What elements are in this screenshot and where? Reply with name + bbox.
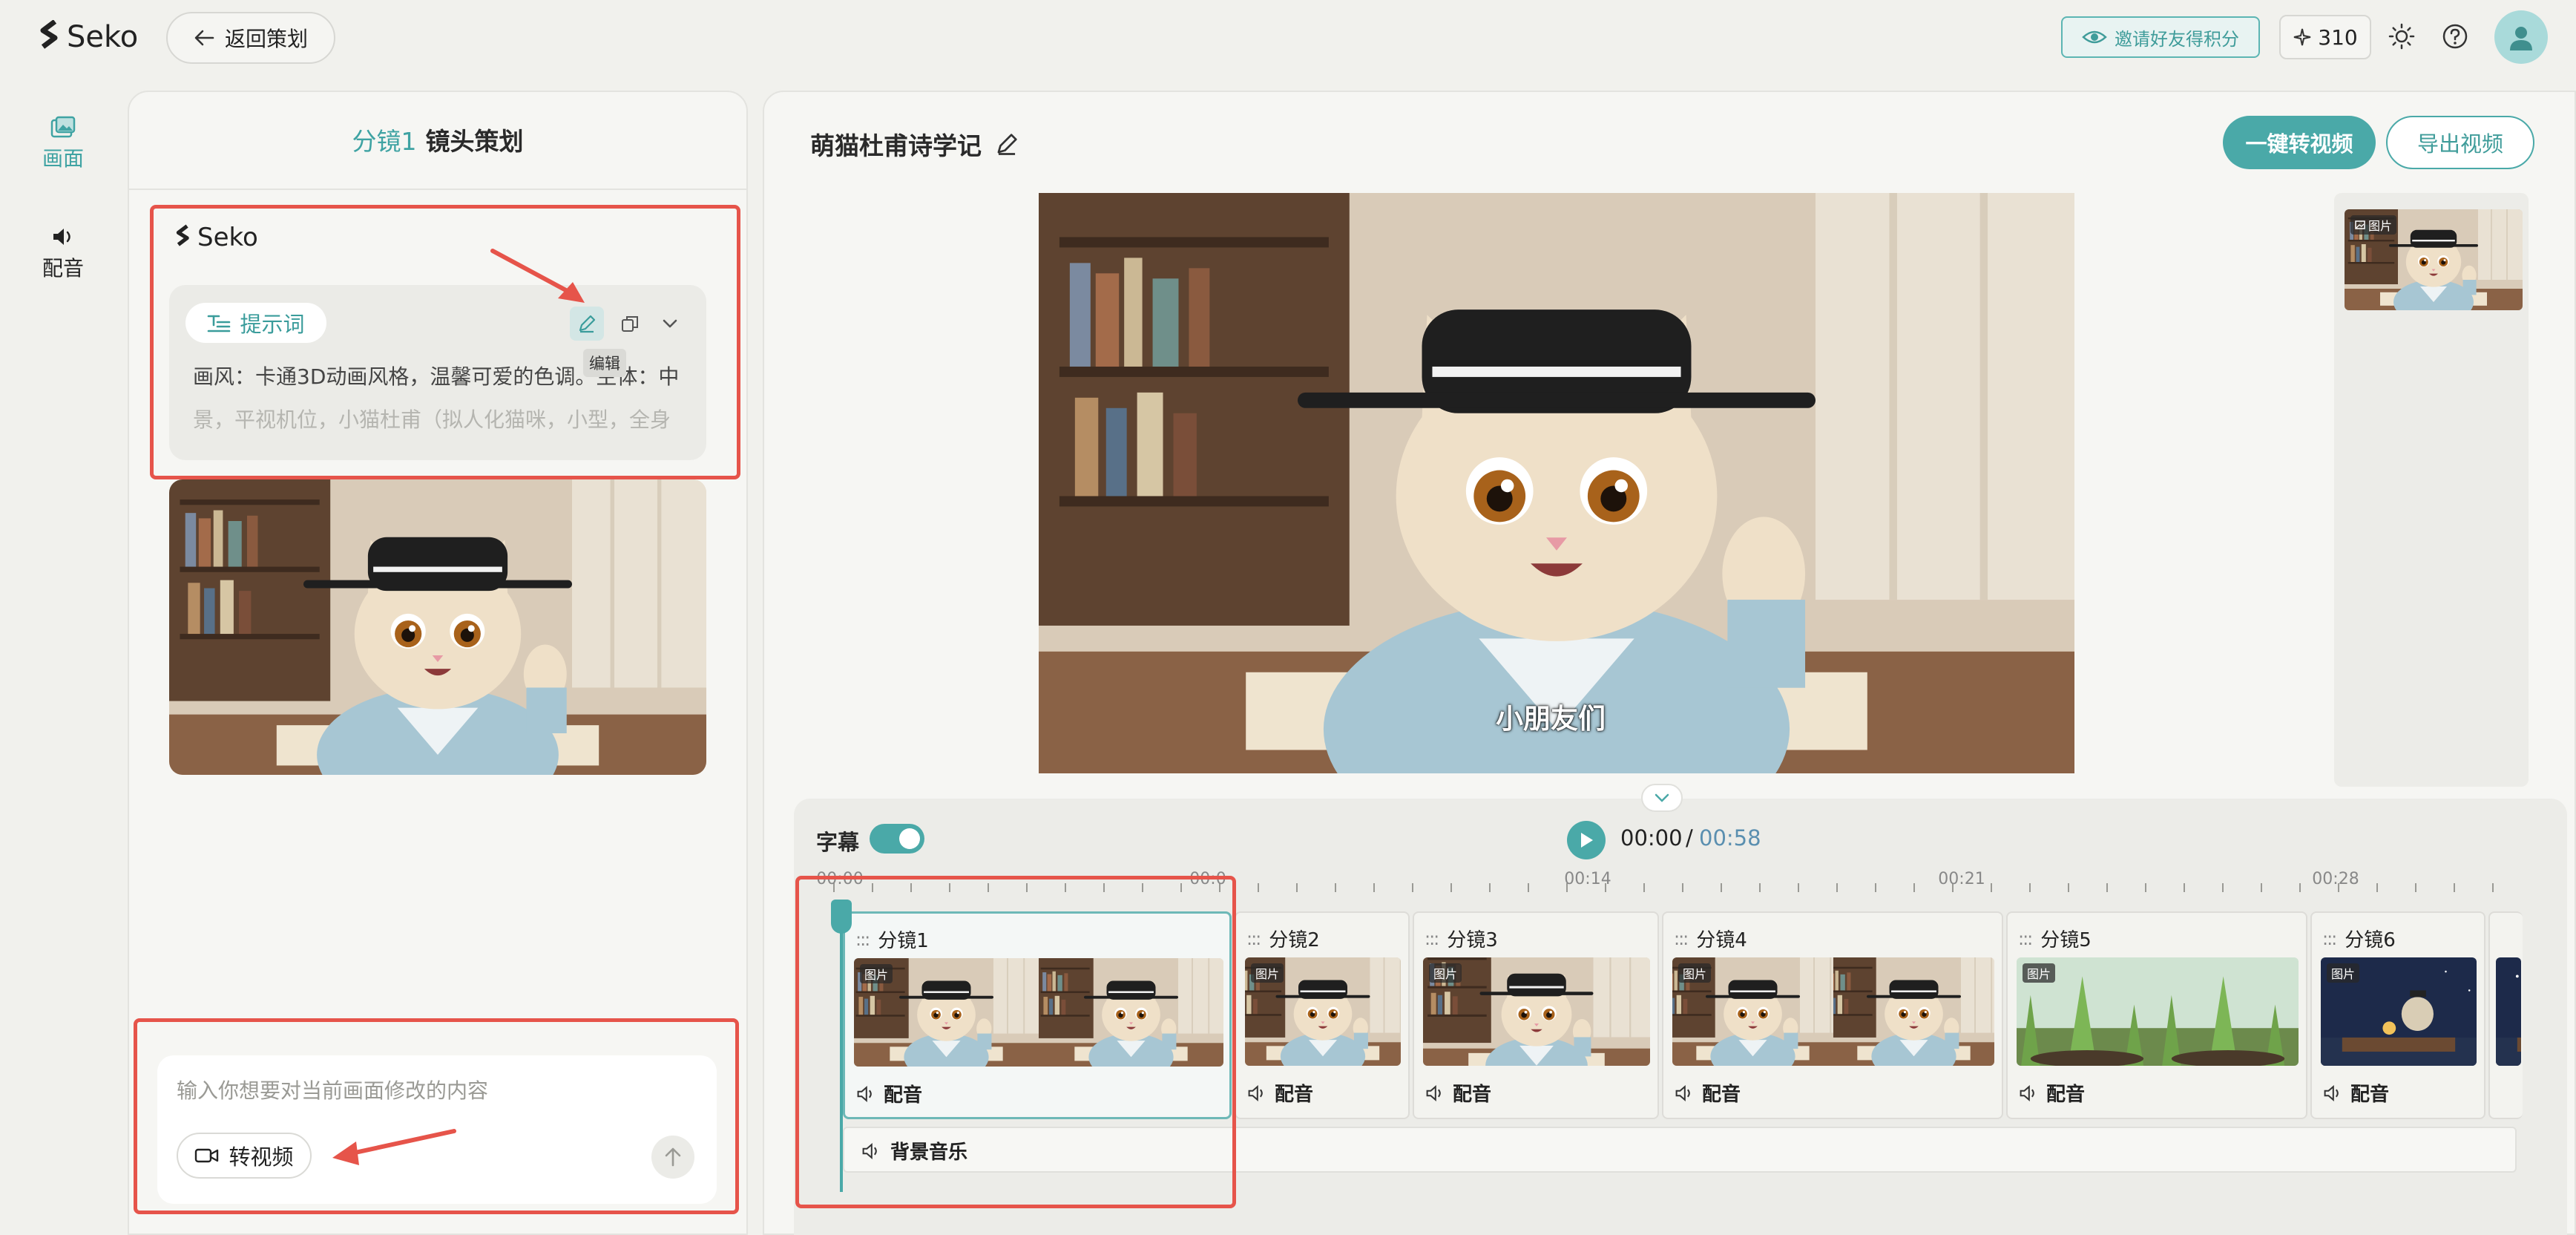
preview-subtitle: 小朋友们 [1496,703,1606,735]
drag-handle-icon[interactable]: ::: [1674,928,1689,949]
shot-voice[interactable]: 配音 [2322,1079,2389,1107]
play-icon [1581,833,1593,848]
picture-icon [2355,220,2365,229]
project-title-text: 萌猫杜甫诗学记 [810,131,982,160]
shot-planning-header: 分镜1 镜头策划 [128,91,748,190]
drag-handle-icon[interactable]: ::: [1425,928,1439,949]
asset-thumbnail[interactable]: 图片 [2345,209,2523,310]
timeline-shot-5[interactable]: ::: 分镜5 图片 配音 [2006,911,2307,1119]
timeline-shot-2[interactable]: ::: 分镜2 图片 配音 [1235,911,1410,1119]
speaker-outline-icon [1248,1084,1263,1101]
chevron-down-icon [1655,793,1669,802]
app-logo[interactable]: Seko [39,16,138,58]
shot-image: 图片 [1245,957,1401,1066]
theme-toggle-button[interactable] [2385,19,2419,53]
invite-friends-label: 邀请好友得积分 [2115,28,2239,50]
image-badge: 图片 [1251,963,1284,983]
shot-voice[interactable]: 配音 [2018,1079,2085,1107]
image-badge: 图片 [1429,963,1462,983]
image-badge-label: 图片 [2368,219,2393,233]
shot-name: ::: 分镜6 [2322,928,2396,952]
back-to-plan-label: 返回策划 [224,27,308,51]
shot-image: 图片 [2321,957,2477,1066]
ruler-label: 00:21 [1938,870,1985,888]
annotation-arrow-icon [490,249,585,303]
help-button[interactable] [2438,19,2472,53]
image-icon [50,116,76,138]
ruler-label: 00:14 [1564,870,1611,888]
user-avatar[interactable] [2494,10,2548,64]
cat-scene-image [169,479,706,775]
cat-scene-image [1672,957,1994,1066]
logo-text: Seko [67,20,139,54]
back-to-plan-button[interactable]: 返回策划 [166,12,335,64]
cat-scene-image [1039,193,2074,773]
arrow-left-icon [194,30,214,46]
credits-count: 310 [2318,24,2358,50]
speaker-outline-icon [2324,1084,2339,1101]
rail-item-voice-label: 配音 [42,256,84,281]
sun-icon [2388,23,2415,50]
image-badge: 图片 [2350,215,2397,235]
night-scene-image [2496,957,2521,1066]
shot-image: 图片 [1423,957,1650,1066]
shot-image: 图片 [1672,957,1994,1066]
timeline-shot-partial[interactable] [2488,911,2523,1119]
speaker-icon [53,229,70,245]
credits-badge[interactable]: 310 [2279,15,2371,59]
rail-item-image[interactable]: 画面 [30,116,96,172]
shot-name: ::: 分镜5 [2018,928,2092,952]
play-button[interactable] [1567,821,1606,859]
shot-voice[interactable]: 配音 [1425,1079,1491,1107]
annotation-arrow-icon [332,1129,456,1165]
timeline-shot-3[interactable]: ::: 分镜3 图片 配音 [1413,911,1659,1119]
speaker-outline-icon [2020,1084,2034,1101]
shot-name: ::: 分镜2 [1246,928,1320,952]
shot-voice[interactable]: 配音 [1246,1079,1313,1107]
current-time: 00:00 [1620,825,1683,851]
drag-handle-icon[interactable]: ::: [2018,928,2033,949]
speaker-outline-icon [1675,1084,1690,1101]
drag-handle-icon[interactable]: ::: [2322,928,2337,949]
highlight-box-shot1 [795,876,1236,1208]
shot-name: ::: 分镜3 [1425,928,1498,952]
ruler-label: 00:28 [2312,870,2359,888]
image-badge: 图片 [2023,963,2056,983]
shot-image: 图片 [2017,957,2299,1066]
shot-preview-image[interactable] [169,479,706,775]
user-icon [2510,27,2532,50]
main-preview[interactable] [1039,193,2074,773]
image-badge: 图片 [2327,963,2360,983]
invite-friends-button[interactable]: 邀请好友得积分 [2061,16,2260,58]
pencil-icon[interactable] [995,132,1019,156]
subtitle-toggle-label: 字幕 [816,830,860,855]
drag-handle-icon[interactable]: ::: [1246,928,1261,949]
time-separator: / [1686,825,1693,851]
collapse-timeline-button[interactable] [1641,784,1683,812]
export-video-button[interactable]: 导出视频 [2386,116,2534,169]
gift-eye-icon [2082,30,2107,44]
total-time: 00:58 [1699,825,1761,851]
help-icon [2442,24,2468,49]
shot-name: ::: 分镜4 [1674,928,1747,952]
one-click-video-button[interactable]: 一键转视频 [2223,116,2376,169]
shot-voice[interactable]: 配音 [1674,1079,1741,1107]
subtitle-toggle[interactable] [870,824,924,854]
timeline-shot-4[interactable]: ::: 分镜4 图片 配音 [1662,911,2003,1119]
image-badge: 图片 [1678,963,1712,983]
rail-item-image-label: 画面 [42,146,84,171]
seko-logo-icon [40,20,58,49]
speaker-outline-icon [1426,1084,1441,1101]
project-title: 萌猫杜甫诗学记 [810,126,1019,162]
shot-planning-title: 镜头策划 [425,127,524,156]
bamboo-scene-image [2017,957,2299,1066]
shot-number: 分镜1 [352,127,417,156]
highlight-box-input [134,1018,739,1214]
highlight-box-prompt [150,205,740,479]
rail-item-voice[interactable]: 配音 [30,226,96,282]
sparkle-icon [2294,28,2311,46]
shot-image [2496,957,2521,1066]
timeline-shot-6[interactable]: ::: 分镜6 图片 配音 [2310,911,2485,1119]
